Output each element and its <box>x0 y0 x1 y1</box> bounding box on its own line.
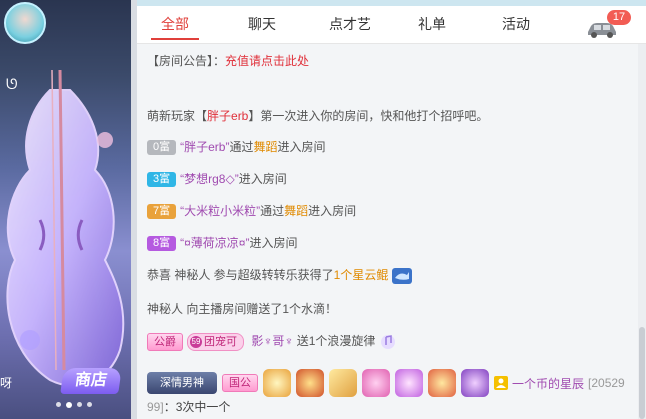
carousel-dot[interactable] <box>87 402 92 407</box>
scrollbar-thumb[interactable] <box>639 327 645 419</box>
entry-message: 0富 “胖子erb”通过舞蹈进入房间 <box>147 138 326 156</box>
entry-tail: 进入房间 <box>277 140 326 154</box>
wave-text: 送1个浪漫旋律 <box>296 334 376 348</box>
recharge-link[interactable]: 充值请点击此处 <box>225 54 309 68</box>
welcome-message: 萌新玩家【胖子erb】第一次进入你的房间，快和他打个招呼吧。 <box>147 107 488 124</box>
medal-row: 深情男神 国公 一个币的星辰 [20529 <box>147 368 625 398</box>
carousel-dot[interactable] <box>77 402 82 407</box>
announcement-prefix: 【房间公告】： <box>147 54 226 68</box>
tab-gift-list[interactable]: 礼单 <box>408 6 456 43</box>
wealth-badge: 8富 <box>147 236 177 252</box>
tab-bar: 全部 聊天 点才艺 礼单 活动 17 <box>137 6 646 44</box>
carousel-dot-active[interactable] <box>66 401 72 408</box>
congrats-message: 恭喜 神秘人 参与超级转转乐获得了1个星云鲲 <box>147 266 412 284</box>
title-badge: 深情男神 <box>147 372 217 394</box>
gift-message: 神秘人 向主播房间赠送了1个水滴！ <box>147 302 338 316</box>
tab-activity[interactable]: 活动 <box>492 6 540 43</box>
user-id: [20529 <box>588 376 625 390</box>
user-name[interactable]: “梦想rg8◇” <box>180 172 239 186</box>
entry-tail: 进入房间 <box>249 236 298 250</box>
entry-message: 8富 “¤薄荷凉凉¤”进入房间 <box>147 234 298 252</box>
announcement-line: 【房间公告】：充值请点击此处 <box>147 52 309 69</box>
wealth-badge: 7富 <box>147 204 177 220</box>
draw-text: ：3次中一个 <box>163 400 231 414</box>
entry-via: 舞蹈 <box>284 204 309 218</box>
wealth-badge: 0富 <box>147 140 177 156</box>
prize-name: 1个星云鲲 <box>333 268 389 282</box>
wealth-badge: 3富 <box>147 172 177 188</box>
user-icon <box>494 376 508 390</box>
fan-level: 59 <box>190 335 202 348</box>
entry-message: 7富 “大米粒小米粒”通过舞蹈进入房间 <box>147 202 357 220</box>
chat-messages: 【房间公告】：充值请点击此处 萌新玩家【胖子erb】第一次进入你的房间，快和他打… <box>137 44 637 419</box>
notification-badge: 17 <box>607 10 631 25</box>
guild-badge: 国公 <box>222 374 258 392</box>
melody-gift-icon <box>380 334 395 349</box>
carousel-dot[interactable] <box>56 402 61 407</box>
fan-badge: 59 团宠可 <box>187 332 244 351</box>
user-name[interactable]: 影♆哥♆ <box>251 334 293 348</box>
noble-badge: 公爵 <box>147 332 183 351</box>
tab-talent[interactable]: 点才艺 <box>323 6 377 43</box>
left-caption: 呀 <box>0 376 13 390</box>
user-name[interactable]: “¤薄荷凉凉¤” <box>180 236 249 250</box>
entry-tail: 进入房间 <box>238 172 287 186</box>
user-name[interactable]: 一个币的星辰 <box>512 375 584 392</box>
streamer-video-panel: ᘎ 呀 商店 <box>0 0 131 419</box>
entry-mid: 通过 <box>229 140 254 154</box>
wave-message: 公爵 59 团宠可 影♆哥♆ 送1个浪漫旋律 <box>147 332 397 351</box>
user-name[interactable]: “胖子erb” <box>180 140 229 154</box>
welcome-post: 】第一次进入你的房间，快和他打个招呼吧。 <box>248 109 489 123</box>
draw-message: 99]：3次中一个 <box>147 398 230 415</box>
chat-panel: 全部 聊天 点才艺 礼单 活动 17 【房间公告】：充值请点击此处 萌新玩家【胖… <box>137 0 646 419</box>
welcome-pre: 萌新玩家【 <box>147 109 208 123</box>
shop-button[interactable]: 商店 <box>60 368 122 394</box>
crown-medal-icon <box>263 369 291 397</box>
welcome-user-name[interactable]: 胖子erb <box>207 109 248 123</box>
treasure-medal-icon <box>329 369 357 397</box>
scrollbar[interactable] <box>638 44 646 419</box>
trophy-medal-icon <box>296 369 324 397</box>
shield-medal-icon <box>428 369 456 397</box>
fan-club-name: 团宠可 <box>204 335 237 348</box>
tab-all[interactable]: 全部 <box>151 6 199 43</box>
entry-tail: 进入房间 <box>308 204 357 218</box>
user-name[interactable]: “大米粒小米粒” <box>180 204 260 218</box>
entry-via: 舞蹈 <box>253 140 278 154</box>
whale-icon <box>391 267 412 284</box>
entry-mid: 通过 <box>260 204 285 218</box>
congrats-text: 恭喜 神秘人 参与超级转转乐获得了 <box>147 268 334 282</box>
cake-medal-icon <box>362 369 390 397</box>
gem-medal-icon <box>395 369 423 397</box>
tab-chat[interactable]: 聊天 <box>238 6 286 43</box>
carousel-dots[interactable] <box>56 401 92 408</box>
streamer-avatar[interactable] <box>4 2 46 44</box>
user-id-cont: 99] <box>147 400 164 414</box>
pin-icon: ᘎ <box>6 76 18 92</box>
wing-medal-icon <box>461 369 489 397</box>
entry-message: 3富 “梦想rg8◇”进入房间 <box>147 170 287 188</box>
cello-artwork <box>6 70 125 387</box>
